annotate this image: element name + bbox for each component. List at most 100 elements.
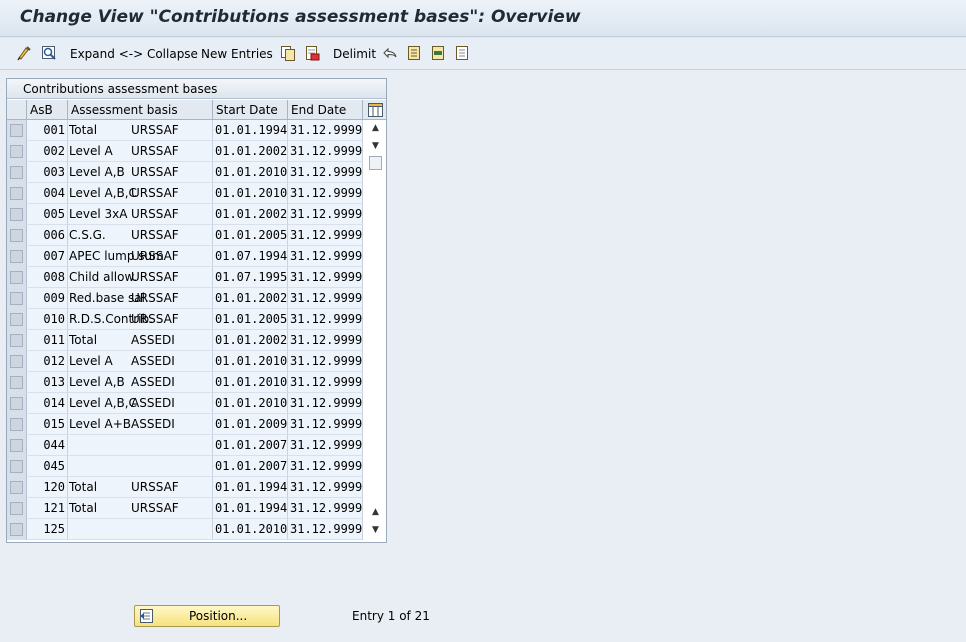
cell-asb[interactable]: 012 [27,351,68,372]
cell-assessment-basis[interactable]: Total ASSEDI [68,330,213,351]
select-all-column-header[interactable] [7,100,27,120]
table-row[interactable]: 011 Total ASSEDI 01.01.2002 31.12.9999 [7,330,363,351]
table-row[interactable]: 013 Level A,B ASSEDI 01.01.2010 31.12.9999 [7,372,363,393]
row-selector-box[interactable] [10,187,23,200]
cell-end-date[interactable]: 31.12.9999 [288,204,363,225]
row-selector-box[interactable] [10,376,23,389]
row-selector[interactable] [7,120,27,141]
row-selector[interactable] [7,393,27,414]
vertical-scrollbar[interactable]: ▲ ▼ ▲ ▼ [367,120,384,540]
position-button[interactable]: Position... [134,605,280,627]
cell-assessment-basis[interactable]: Child allow.URSSAF [68,267,213,288]
table-row[interactable]: 121 Total URSSAF 01.01.1994 31.12.9999 [7,498,363,519]
cell-assessment-basis[interactable]: Level A ASSEDI [68,351,213,372]
table-row[interactable]: 006 C.S.G. URSSAF 01.01.2005 31.12.9999 [7,225,363,246]
cell-end-date[interactable]: 31.12.9999 [288,519,363,540]
cell-assessment-basis[interactable]: Level A URSSAF [68,141,213,162]
scroll-up-icon[interactable]: ▲ [367,120,384,136]
row-selector[interactable] [7,183,27,204]
table-row[interactable]: 001 Total URSSAF 01.01.1994 31.12.9999 [7,120,363,141]
row-selector-box[interactable] [10,334,23,347]
cell-end-date[interactable]: 31.12.9999 [288,225,363,246]
table-row[interactable]: 125 01.01.2010 31.12.9999 [7,519,363,540]
cell-asb[interactable]: 044 [27,435,68,456]
row-selector-box[interactable] [10,292,23,305]
scroll-page-down-icon[interactable]: ▼ [367,138,384,154]
cell-end-date[interactable]: 31.12.9999 [288,288,363,309]
cell-assessment-basis[interactable]: Level A,B,CURSSAF [68,183,213,204]
cell-asb[interactable]: 010 [27,309,68,330]
table-row[interactable]: 007 APEC lump sumURSSAF 01.07.1994 31.12.99… [7,246,363,267]
cell-start-date[interactable]: 01.01.2009 [213,414,288,435]
cell-start-date[interactable]: 01.01.2010 [213,393,288,414]
cell-assessment-basis[interactable]: APEC lump sumURSSAF [68,246,213,267]
cell-asb[interactable]: 011 [27,330,68,351]
cell-asb[interactable]: 121 [27,498,68,519]
select-block-icon[interactable] [429,44,447,62]
row-selector[interactable] [7,519,27,540]
column-header-assessment-basis[interactable]: Assessment basis [68,100,213,120]
cell-start-date[interactable]: 01.01.2010 [213,519,288,540]
cell-assessment-basis[interactable] [68,435,213,456]
deselect-all-icon[interactable] [453,44,471,62]
row-selector[interactable] [7,435,27,456]
table-row[interactable]: 044 01.01.2007 31.12.9999 [7,435,363,456]
cell-assessment-basis[interactable] [68,519,213,540]
display-change-icon[interactable] [16,44,34,62]
row-selector[interactable] [7,477,27,498]
cell-start-date[interactable]: 01.01.2007 [213,435,288,456]
row-selector-box[interactable] [10,439,23,452]
row-selector-box[interactable] [10,460,23,473]
row-selector-box[interactable] [10,313,23,326]
display-other-icon[interactable] [40,44,58,62]
new-entries-button[interactable]: New Entries [199,44,275,64]
cell-end-date[interactable]: 31.12.9999 [288,498,363,519]
row-selector-box[interactable] [10,250,23,263]
undo-change-icon[interactable] [381,44,399,62]
cell-asb[interactable]: 003 [27,162,68,183]
table-row[interactable]: 010 R.D.S.Contrib.URSSAF 01.01.2005 31.12.9… [7,309,363,330]
cell-start-date[interactable]: 01.01.2010 [213,183,288,204]
cell-asb[interactable]: 005 [27,204,68,225]
cell-assessment-basis[interactable]: R.D.S.Contrib.URSSAF [68,309,213,330]
table-row[interactable]: 003 Level A,B URSSAF 01.01.2010 31.12.9999 [7,162,363,183]
cell-asb[interactable]: 007 [27,246,68,267]
cell-asb[interactable]: 008 [27,267,68,288]
row-selector-box[interactable] [10,481,23,494]
row-selector-box[interactable] [10,502,23,515]
cell-end-date[interactable]: 31.12.9999 [288,141,363,162]
cell-end-date[interactable]: 31.12.9999 [288,330,363,351]
cell-asb[interactable]: 001 [27,120,68,141]
cell-asb[interactable]: 015 [27,414,68,435]
row-selector-box[interactable] [10,208,23,221]
table-row[interactable]: 004 Level A,B,CURSSAF 01.01.2010 31.12.9999 [7,183,363,204]
cell-assessment-basis[interactable]: Red.base sal.URSSAF [68,288,213,309]
row-selector[interactable] [7,456,27,477]
row-selector-box[interactable] [10,229,23,242]
cell-end-date[interactable]: 31.12.9999 [288,183,363,204]
row-selector[interactable] [7,330,27,351]
cell-start-date[interactable]: 01.07.1995 [213,267,288,288]
delimit-button[interactable]: Delimit [331,44,378,64]
row-selector[interactable] [7,288,27,309]
column-settings-icon[interactable] [367,101,384,119]
table-row[interactable]: 045 01.01.2007 31.12.9999 [7,456,363,477]
cell-assessment-basis[interactable]: Level A,B,CASSEDI [68,393,213,414]
cell-start-date[interactable]: 01.01.1994 [213,498,288,519]
cell-end-date[interactable]: 31.12.9999 [288,435,363,456]
cell-start-date[interactable]: 01.01.2002 [213,204,288,225]
cell-start-date[interactable]: 01.01.2002 [213,288,288,309]
cell-assessment-basis[interactable]: Total URSSAF [68,120,213,141]
row-selector-box[interactable] [10,166,23,179]
cell-assessment-basis[interactable]: C.S.G. URSSAF [68,225,213,246]
row-selector[interactable] [7,351,27,372]
cell-start-date[interactable]: 01.01.2010 [213,372,288,393]
row-selector-box[interactable] [10,124,23,137]
scroll-page-up-icon[interactable]: ▲ [367,504,384,520]
select-all-icon[interactable] [405,44,423,62]
cell-start-date[interactable]: 01.01.2007 [213,456,288,477]
cell-asb[interactable]: 009 [27,288,68,309]
cell-end-date[interactable]: 31.12.9999 [288,477,363,498]
table-row[interactable]: 002 Level A URSSAF 01.01.2002 31.12.9999 [7,141,363,162]
row-selector[interactable] [7,246,27,267]
